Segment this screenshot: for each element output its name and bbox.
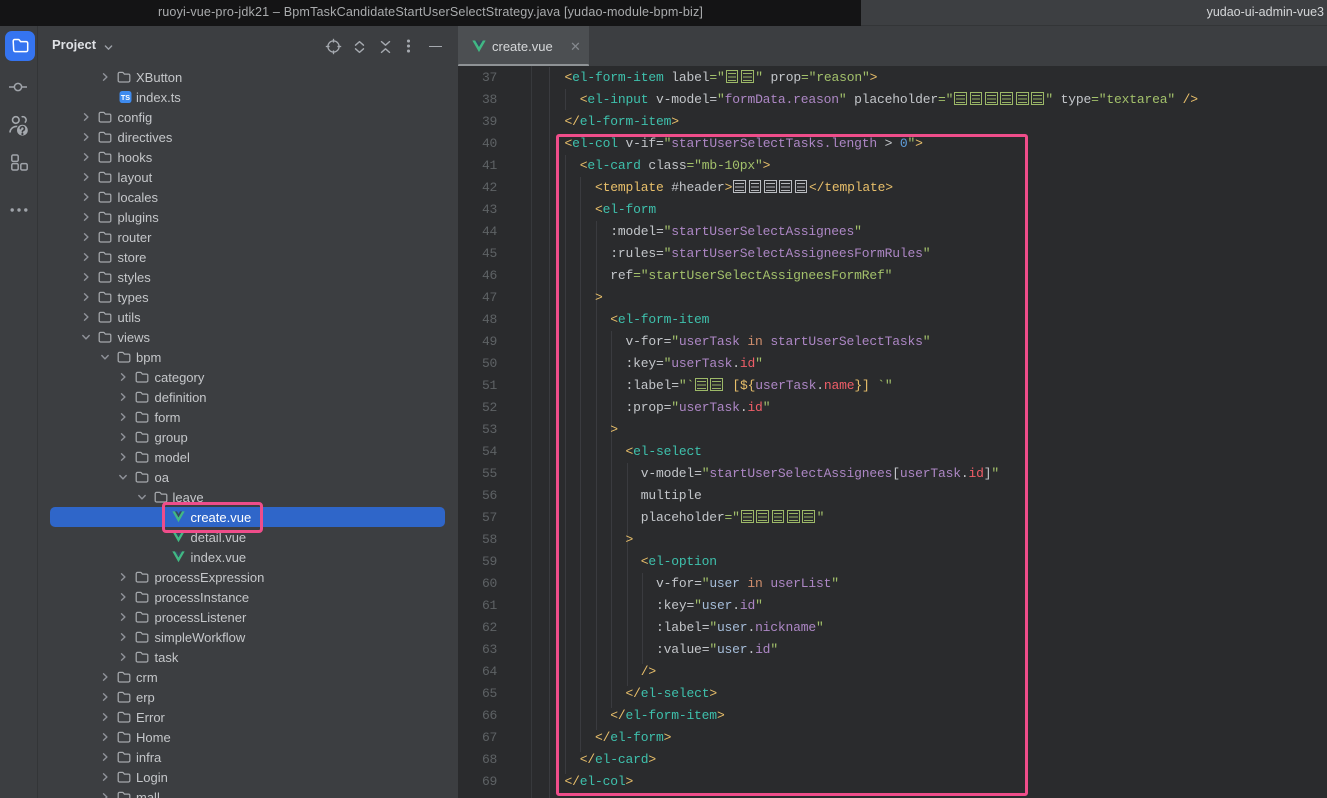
svg-text:TS: TS [120,93,129,102]
